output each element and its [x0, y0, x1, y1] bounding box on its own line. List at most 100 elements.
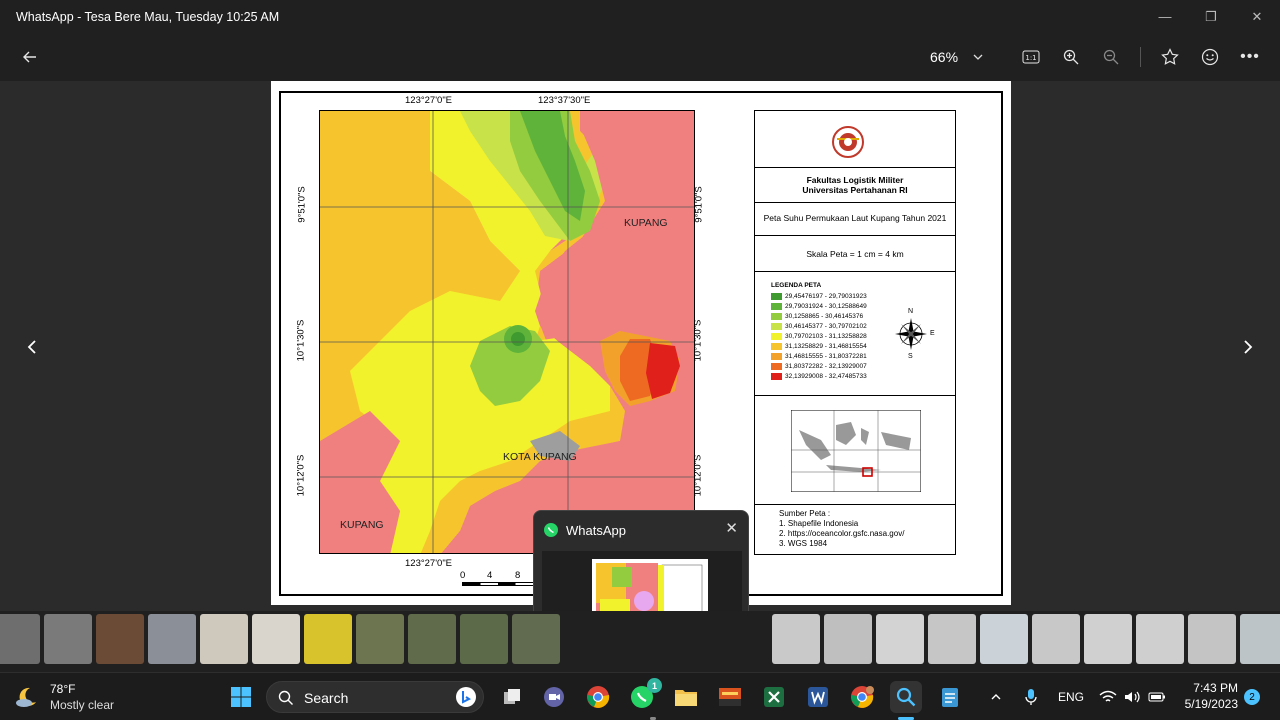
more-options-button[interactable]: •••	[1234, 41, 1266, 73]
volume-status[interactable]	[1124, 673, 1142, 720]
close-icon: ✕	[725, 520, 738, 537]
zoom-in-button[interactable]	[1055, 41, 1087, 73]
title-section: Peta Suhu Permukaan Laut Kupang Tahun 20…	[755, 203, 955, 236]
seedas-app-button[interactable]	[714, 681, 746, 713]
legend-item: 30,1258865 - 30,46145376	[771, 312, 863, 320]
restore-button[interactable]: ❐	[1188, 0, 1234, 33]
filmstrip-thumb[interactable]	[1240, 614, 1280, 664]
legend-label: 32,13929008 - 32,47485733	[785, 372, 867, 380]
clock-date: 5/19/2023	[1184, 697, 1238, 711]
smiley-icon	[1201, 48, 1219, 66]
actual-size-icon: 1:1	[1022, 50, 1040, 64]
excel-button[interactable]	[758, 681, 790, 713]
coord-left-3: 10°12'0"S	[295, 454, 307, 497]
start-button[interactable]	[225, 681, 257, 713]
feedback-button[interactable]	[1194, 41, 1226, 73]
windows-taskbar: 78°F Mostly clear Search 1 ENG 7:43 PM 5…	[0, 672, 1280, 720]
close-icon: ✕	[1251, 8, 1263, 24]
teams-chat-button[interactable]	[538, 681, 570, 713]
coord-top-1: 123°27'0"E	[405, 95, 453, 106]
legend-item: 29,79031924 - 30,12588649	[771, 302, 867, 310]
filmstrip-thumb[interactable]	[1136, 614, 1184, 664]
clock[interactable]: 7:43 PM 5/19/2023	[1178, 680, 1238, 712]
next-image-button[interactable]	[1236, 330, 1260, 364]
legend-label: 31,80372282 - 32,13929007	[785, 362, 867, 370]
legend-label: 29,79031924 - 30,12588649	[785, 302, 867, 310]
viewer-toolbar: 66% 1:1 •••	[0, 33, 1280, 81]
word-button[interactable]	[802, 681, 834, 713]
taskbar-search[interactable]: Search	[266, 681, 484, 713]
filmstrip-thumb[interactable]	[356, 614, 404, 664]
wifi-status[interactable]	[1099, 673, 1117, 720]
filmstrip-thumb[interactable]	[824, 614, 872, 664]
filmstrip-thumb[interactable]	[0, 614, 40, 664]
notification-badge[interactable]: 2	[1244, 689, 1260, 705]
zoom-dropdown[interactable]: 66%	[930, 41, 984, 73]
notepad-button[interactable]	[934, 681, 966, 713]
filmstrip-thumb[interactable]	[772, 614, 820, 664]
language-indicator[interactable]: ENG	[1058, 673, 1084, 720]
map-info-panel: Fakultas Logistik Militer Universitas Pe…	[754, 110, 956, 555]
close-button[interactable]: ✕	[1234, 0, 1280, 33]
task-view-button[interactable]	[496, 681, 528, 713]
folder-icon	[675, 690, 697, 706]
chrome-icon	[587, 686, 610, 708]
zoom-level: 66%	[930, 49, 959, 65]
file-explorer-button[interactable]	[670, 681, 702, 713]
video-chat-icon	[544, 687, 564, 707]
scale-tick-0: 0	[460, 570, 466, 581]
filmstrip-thumb[interactable]	[460, 614, 508, 664]
compass-e: E	[930, 330, 935, 337]
filmstrip-thumb[interactable]	[1032, 614, 1080, 664]
chrome-button[interactable]	[582, 681, 614, 713]
battery-status[interactable]	[1148, 673, 1166, 720]
windows-logo-icon	[231, 687, 251, 707]
filmstrip-thumb[interactable]	[1084, 614, 1132, 664]
inset-map-section	[755, 396, 955, 505]
filmstrip-thumb[interactable]	[876, 614, 924, 664]
legend-heading: LEGENDA PETA	[771, 282, 822, 289]
filmstrip-thumb[interactable]	[1188, 614, 1236, 664]
filmstrip-thumb[interactable]	[304, 614, 352, 664]
source-heading: Sumber Peta :	[779, 509, 831, 518]
filmstrip-thumb[interactable]	[200, 614, 248, 664]
sea-temperature-map	[319, 110, 695, 554]
map-raster	[320, 111, 694, 553]
legend-swatch	[771, 342, 782, 350]
speaker-icon	[1125, 691, 1140, 703]
weather-widget[interactable]: 78°F Mostly clear	[14, 679, 124, 715]
legend-label: 31,13258829 - 31,46815554	[785, 342, 867, 350]
legend-label: 30,1258865 - 30,46145376	[785, 312, 864, 320]
filmstrip-thumb[interactable]	[252, 614, 300, 664]
filmstrip-thumb[interactable]	[148, 614, 196, 664]
map-scale-label: Skala Peta = 1 cm = 4 km	[806, 249, 904, 259]
filmstrip-thumb[interactable]	[928, 614, 976, 664]
minimize-icon: —	[1158, 9, 1172, 24]
filmstrip-thumb[interactable]	[408, 614, 456, 664]
favorite-button[interactable]	[1154, 41, 1186, 73]
legend-swatch	[771, 312, 782, 320]
actual-size-button[interactable]: 1:1	[1015, 41, 1047, 73]
title-bar: WhatsApp - Tesa Bere Mau, Tuesday 10:25 …	[0, 0, 1280, 33]
preview-title: WhatsApp	[566, 523, 626, 538]
previous-image-button[interactable]	[20, 330, 44, 364]
filmstrip-thumb[interactable]	[44, 614, 92, 664]
chrome-profile-button[interactable]	[846, 681, 878, 713]
zoom-out-button[interactable]	[1095, 41, 1127, 73]
filmstrip-thumb[interactable]	[980, 614, 1028, 664]
preview-close-button[interactable]: ✕	[725, 519, 738, 537]
scale-tick-8: 8	[515, 570, 521, 581]
filmstrip-thumb[interactable]	[512, 614, 560, 664]
minimize-button[interactable]: —	[1142, 0, 1188, 33]
filmstrip-thumb[interactable]	[96, 614, 144, 664]
legend-item: 32,13929008 - 32,47485733	[771, 372, 867, 380]
university-name: Universitas Pertahanan RI	[802, 185, 908, 195]
show-hidden-icons-button[interactable]	[990, 673, 1002, 720]
photos-app-button[interactable]	[890, 681, 922, 713]
whatsapp-button[interactable]: 1	[626, 678, 662, 713]
window-title: WhatsApp - Tesa Bere Mau, Tuesday 10:25 …	[16, 9, 280, 24]
chevron-right-icon	[1244, 340, 1253, 354]
clock-time: 7:43 PM	[1193, 681, 1238, 695]
microphone-button[interactable]	[1024, 673, 1038, 720]
back-button[interactable]	[14, 41, 46, 73]
